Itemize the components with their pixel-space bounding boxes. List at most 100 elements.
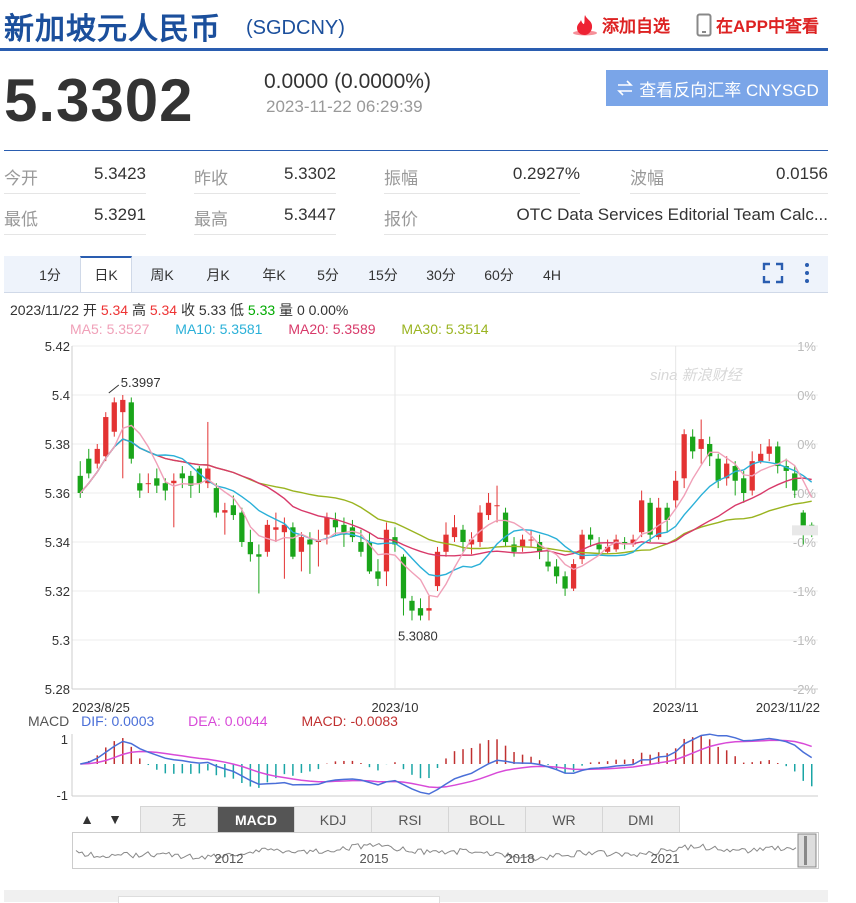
candle-body	[638, 500, 645, 533]
candle-body	[256, 554, 262, 557]
quote-source-label: 报价	[384, 210, 418, 229]
range-year-label: 2021	[651, 851, 680, 866]
tab-30min[interactable]: 30分	[416, 258, 466, 292]
candle-body	[494, 505, 500, 507]
low-value: 5.3291	[94, 205, 146, 224]
candle-body	[766, 446, 772, 454]
dif-line	[80, 733, 813, 795]
view-in-app-button[interactable]: 在APP中查看	[696, 12, 819, 37]
tab-yearly[interactable]: 年K	[250, 258, 298, 292]
fullscreen-icon[interactable]	[762, 262, 784, 284]
candle-body	[519, 539, 526, 547]
reverse-rate-label: 查看反向汇率 CNYSGD	[639, 80, 819, 100]
min-annotation: 5.3080	[398, 628, 438, 643]
range-handle-grip	[804, 836, 807, 865]
zoom-out-arrow[interactable]: ▼	[104, 808, 126, 830]
tab-weekly[interactable]: 周K	[138, 258, 186, 292]
candle-body	[213, 488, 219, 513]
candle-body	[596, 544, 602, 550]
pct-tick-label: -0%	[793, 535, 817, 550]
candle-body	[477, 512, 483, 542]
y-tick-label: 5.4	[52, 388, 70, 403]
x-tick-label: 2023/11	[653, 700, 699, 715]
range-navigator[interactable]: 2012 2015 2018 2021	[72, 832, 820, 870]
tab-1min[interactable]: 1分	[28, 258, 72, 292]
candle-body	[375, 571, 381, 579]
indicator-boll[interactable]: BOLL	[448, 806, 526, 834]
stats-top-divider	[4, 150, 828, 151]
candle-body	[273, 527, 279, 530]
stats-divider	[4, 193, 146, 194]
ma-legend: MA5: 5.3527 MA10: 5.3581 MA20: 5.3589 MA…	[70, 321, 489, 337]
indicator-wr[interactable]: WR	[525, 806, 603, 834]
candle-body	[553, 566, 560, 577]
candle-body	[162, 483, 168, 491]
amplitude-value: 0.2927%	[512, 164, 580, 183]
y-tick-label: 5.38	[45, 437, 70, 452]
kline-date: 2023/11/22	[10, 302, 80, 318]
candle-body	[673, 480, 679, 501]
indicator-dmi[interactable]: DMI	[602, 806, 680, 834]
candle-body	[332, 519, 339, 528]
amplitude-label: 振幅	[384, 169, 418, 188]
macd-chart[interactable]: 1 -1	[0, 728, 856, 804]
annotation-leader	[108, 384, 120, 394]
candle-body	[528, 539, 534, 541]
candle-body	[94, 448, 100, 464]
last-price-marker	[792, 525, 818, 536]
candle-body	[715, 458, 721, 481]
zoom-in-arrow[interactable]: ▲	[76, 808, 98, 830]
indicator-none[interactable]: 无	[140, 806, 218, 834]
tab-60min[interactable]: 60分	[474, 258, 524, 292]
range-year-label: 2018	[506, 851, 535, 866]
candle-body	[179, 473, 185, 479]
candle-body	[239, 512, 245, 542]
tab-5min[interactable]: 5分	[306, 258, 350, 292]
ma20-legend: MA20: 5.3589	[288, 321, 376, 337]
pct-tick-label: 1%	[797, 339, 816, 354]
tab-daily[interactable]: 日K	[80, 256, 132, 292]
add-favorite-button[interactable]: 添加自选	[572, 12, 670, 37]
candle-body	[120, 399, 126, 413]
tab-4h[interactable]: 4H	[530, 258, 574, 292]
kline-low: 5.33	[247, 302, 276, 318]
more-menu-icon[interactable]	[802, 262, 812, 284]
kline-high: 5.34	[149, 302, 178, 318]
kline-info: 2023/11/22 开 5.34 高 5.34 收 5.33 低 5.33 量…	[10, 300, 348, 320]
range-year-label: 2015	[360, 851, 389, 866]
header-divider	[0, 48, 828, 51]
indicator-macd[interactable]: MACD	[217, 806, 295, 834]
indicator-kdj[interactable]: KDJ	[294, 806, 372, 834]
indicator-rsi[interactable]: RSI	[371, 806, 449, 834]
page-title: 新加坡元人民币	[4, 13, 221, 46]
candle-body	[460, 529, 466, 542]
pct-tick-label: -1%	[793, 633, 817, 648]
macd-y-top: 1	[61, 732, 68, 747]
kline-low-label: 低	[230, 302, 245, 318]
candle-body	[171, 480, 177, 484]
quote-time: 2023-11-22 06:29:39	[266, 97, 423, 116]
stats-divider	[630, 193, 828, 194]
tab-monthly[interactable]: 月K	[194, 258, 242, 292]
pct-tick-label: 0%	[797, 388, 816, 403]
current-price: 5.3302	[4, 67, 194, 134]
candlestick-chart[interactable]: 5.42 1%5.4 0%5.38 0%5.36 -0%5.34 -0%5.32 -1%5.…	[0, 336, 856, 716]
candle-body	[613, 539, 619, 550]
range-frame	[72, 832, 819, 869]
y-tick-label: 5.28	[45, 682, 70, 697]
macd-legend: MACD DIF: 0.0003 DEA: 0.0044 MACD: -0.00…	[28, 713, 398, 729]
tab-15min[interactable]: 15分	[358, 258, 408, 292]
candle-body	[690, 436, 696, 452]
kline-close: 5.33	[198, 302, 227, 318]
stats-divider	[384, 193, 580, 194]
kline-close-label: 收	[180, 302, 195, 318]
high-label: 最高	[194, 210, 228, 229]
high-value: 5.3447	[284, 205, 336, 224]
y-tick-label: 5.42	[45, 339, 70, 354]
y-tick-label: 5.34	[45, 535, 70, 550]
reverse-rate-button[interactable]: 查看反向汇率 CNYSGD	[606, 70, 828, 106]
candle-body	[324, 517, 330, 535]
candle-body	[307, 539, 313, 545]
swap-icon	[617, 80, 634, 96]
ma10-legend: MA10: 5.3581	[175, 321, 263, 337]
